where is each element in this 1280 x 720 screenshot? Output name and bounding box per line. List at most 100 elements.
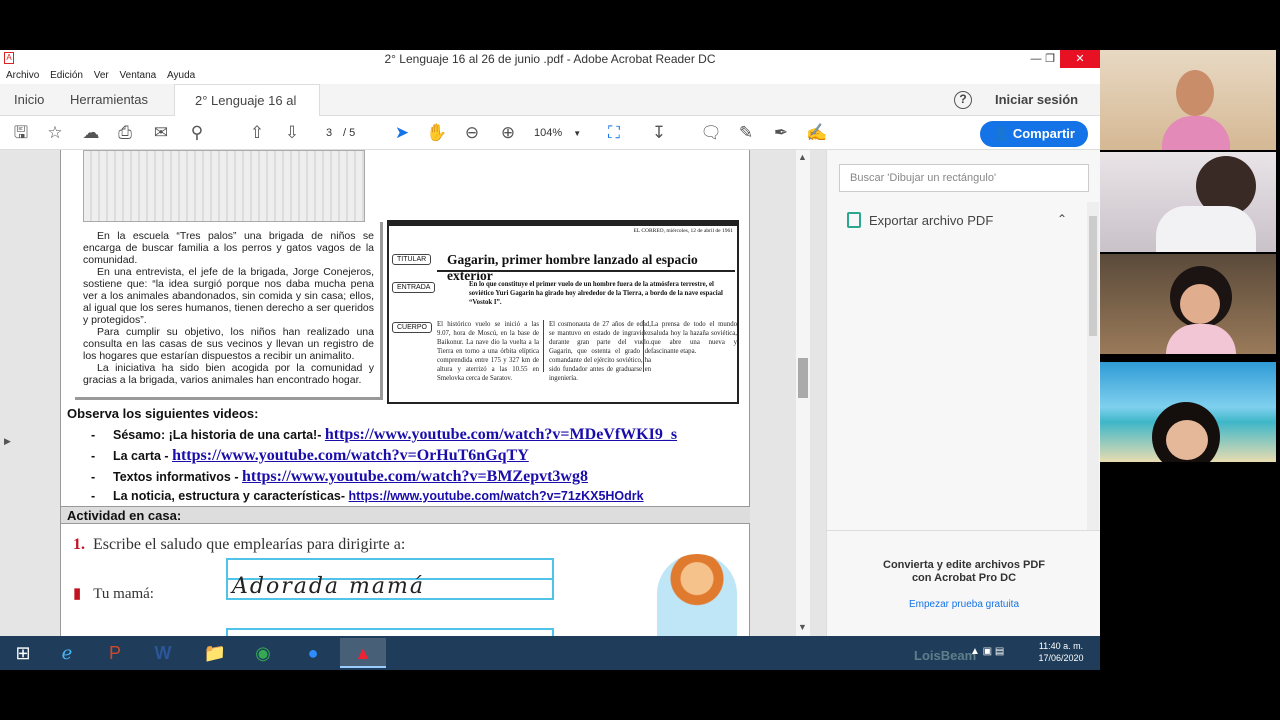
tab-document[interactable]: 2° Lenguaje 16 al 2... × <box>174 84 320 140</box>
video-item: - La noticia, estructura y característica… <box>91 489 644 503</box>
clock-time: 11:40 a. m. <box>1038 641 1084 651</box>
hand-tool-icon[interactable]: ✋ <box>426 122 448 144</box>
participant-video-2[interactable] <box>1100 152 1276 252</box>
page-down-icon[interactable]: ⇩ <box>281 122 303 144</box>
exercise-text: Escribe el saludo que emplearías para di… <box>93 536 406 553</box>
list-dash: - <box>91 449 96 463</box>
bookmark-star-icon[interactable]: ☆ <box>44 122 66 144</box>
signin-button[interactable]: Iniciar sesión <box>995 84 1078 116</box>
tab-herramientas[interactable]: Herramientas <box>70 84 148 116</box>
participant-shirt <box>1156 206 1256 252</box>
page-up-icon[interactable]: ⇧ <box>246 122 268 144</box>
fit-page-icon[interactable]: ⛶ <box>603 122 625 144</box>
acrobat-taskbar-icon[interactable]: ▲ <box>340 638 386 668</box>
label-cuerpo: CUERPO <box>392 322 432 333</box>
window-title: 2° Lenguaje 16 al 26 de junio .pdf - Ado… <box>384 52 716 66</box>
story-paragraph: En la escuela “Tres palos” una brigada d… <box>83 230 374 266</box>
zoom-in-icon[interactable]: ⊕ <box>497 122 519 144</box>
participant-face <box>1176 70 1214 116</box>
system-tray-icons[interactable]: ▲ ▣ ▤ <box>970 646 1004 657</box>
zoom-out-icon[interactable]: ⊖ <box>461 122 483 144</box>
document-viewport[interactable]: ▶ En la escuela “Tres palos” una brigada… <box>0 150 826 636</box>
tools-pane: Buscar 'Dibujar un rectángulo' Exportar … <box>826 150 1101 636</box>
menu-bar: Archivo Edición Ver Ventana Ayuda <box>0 68 1100 84</box>
toolbar: 🖫 ☆ ☁ ⎙ ✉ ⚲ ⇧ ⇩ 3 / 5 ➤ ✋ ⊖ ⊕ 104% ▼ ⛶ ↧… <box>0 116 1100 150</box>
menu-ver[interactable]: Ver <box>94 68 109 84</box>
scroll-up-icon[interactable]: ▲ <box>798 152 807 162</box>
video-call-panel <box>1100 50 1280 670</box>
internet-explorer-icon[interactable]: ℯ <box>44 638 90 668</box>
sign-icon[interactable]: ✒ <box>770 122 792 144</box>
news-column-2: El cosmonauta de 27 años de edad, se man… <box>549 321 651 382</box>
export-pdf-item[interactable]: Exportar archivo PDF <box>847 212 993 228</box>
promo-line-1: Convierta y edite archivos PDF <box>883 559 1045 571</box>
pro-promo: Convierta y edite archivos PDF con Acroba… <box>827 530 1101 636</box>
video-link[interactable]: https://www.youtube.com/watch?v=BMZepvt3… <box>242 468 588 485</box>
video-label: Textos informativos - <box>113 470 242 484</box>
video-link[interactable]: https://www.youtube.com/watch?v=71zKX5HO… <box>349 489 644 503</box>
tab-inicio[interactable]: Inicio <box>14 84 44 116</box>
powerpoint-icon[interactable]: P <box>92 638 138 668</box>
chevron-down-icon: ▼ <box>573 129 582 138</box>
illustration-image <box>83 150 365 222</box>
prompt-tu-mama: ▮ Tu mamá: <box>73 584 154 603</box>
file-explorer-icon[interactable]: 📁 <box>192 638 238 668</box>
close-window-button[interactable]: ✕ <box>1060 50 1100 68</box>
help-icon[interactable]: ? <box>954 91 972 109</box>
video-label: Sésamo: ¡La historia de una carta!- <box>113 428 325 442</box>
comment-icon[interactable]: 🗨 <box>700 122 722 144</box>
tools-search-input[interactable]: Buscar 'Dibujar un rectángulo' <box>839 164 1089 192</box>
list-dash: - <box>91 489 96 503</box>
video-link[interactable]: https://www.youtube.com/watch?v=OrHuT6nG… <box>172 447 529 464</box>
scroll-down-icon[interactable]: ▼ <box>798 622 807 632</box>
title-bar: A 2° Lenguaje 16 al 26 de junio .pdf - A… <box>0 50 1100 68</box>
highlight-pen-icon[interactable]: ✎ <box>735 122 757 144</box>
email-icon[interactable]: ✉ <box>150 122 172 144</box>
fill-sign-icon[interactable]: ✍ <box>806 122 828 144</box>
tab-bar: Inicio Herramientas 2° Lenguaje 16 al 2.… <box>0 84 1100 140</box>
acrobat-window: A 2° Lenguaje 16 al 26 de junio .pdf - A… <box>0 50 1101 670</box>
scroll-mode-icon[interactable]: ↧ <box>648 122 670 144</box>
news-column-3: La prensa de todo el mundo saluda hoy la… <box>651 321 737 355</box>
export-pdf-icon <box>847 212 861 228</box>
word-icon[interactable]: W <box>140 638 186 668</box>
activity-heading: Actividad en casa: <box>61 506 750 524</box>
save-icon[interactable]: 🖫 <box>10 122 32 144</box>
windows-start-icon[interactable]: ⊞ <box>0 638 46 668</box>
vertical-scrollbar[interactable]: ▲ ▼ <box>796 150 810 636</box>
windows-taskbar: ⊞ ℯ P W 📁 ◉ ● ▲ LoisBeam ▲ ▣ ▤ 11:40 a. … <box>0 636 1100 670</box>
left-panel-toggle-icon[interactable]: ▶ <box>4 436 11 447</box>
pane-scrollbar[interactable] <box>1087 202 1099 584</box>
system-clock[interactable]: 11:40 a. m. 17/06/2020 <box>1026 640 1096 664</box>
participant-video-3[interactable] <box>1100 254 1276 354</box>
upload-cloud-icon[interactable]: ☁ <box>80 122 102 144</box>
print-icon[interactable]: ⎙ <box>114 122 136 144</box>
zoom-level-select[interactable]: 104% ▼ <box>534 124 581 143</box>
participant-shirt <box>1166 324 1236 354</box>
share-button-label: Compartir <box>1012 126 1075 141</box>
participant-video-4[interactable] <box>1100 362 1276 462</box>
menu-ventana[interactable]: Ventana <box>120 68 157 84</box>
participant-video-teacher[interactable] <box>1100 50 1276 150</box>
share-button[interactable]: 👤 Compartir <box>980 121 1088 147</box>
zoom-app-icon[interactable]: ● <box>290 638 336 668</box>
menu-edicion[interactable]: Edición <box>50 68 83 84</box>
video-link[interactable]: https://www.youtube.com/watch?v=MDeVfWKI… <box>325 426 677 443</box>
menu-ayuda[interactable]: Ayuda <box>167 68 195 84</box>
participant-shirt <box>1162 116 1230 150</box>
page-number-input[interactable]: 3 <box>318 124 340 142</box>
list-dash: - <box>91 470 96 484</box>
news-column-1: El histórico vuelo se inició a las 9.07,… <box>437 321 539 382</box>
label-titular: TITULAR <box>392 254 432 265</box>
search-zoom-icon[interactable]: ⚲ <box>186 122 208 144</box>
column-divider <box>543 320 544 372</box>
newspaper-clipping: EL CORREO, miércoles, 12 de abril de 196… <box>387 220 739 404</box>
pdf-page: En la escuela “Tres palos” una brigada d… <box>60 150 750 636</box>
menu-archivo[interactable]: Archivo <box>6 68 39 84</box>
free-trial-link[interactable]: Empezar prueba gratuita <box>827 599 1101 610</box>
chevron-up-icon[interactable]: ⌃ <box>1057 212 1067 226</box>
select-cursor-icon[interactable]: ➤ <box>391 122 413 144</box>
chrome-icon[interactable]: ◉ <box>240 638 286 668</box>
scrollbar-thumb[interactable] <box>798 358 808 398</box>
pane-scrollbar-thumb[interactable] <box>1089 216 1097 336</box>
